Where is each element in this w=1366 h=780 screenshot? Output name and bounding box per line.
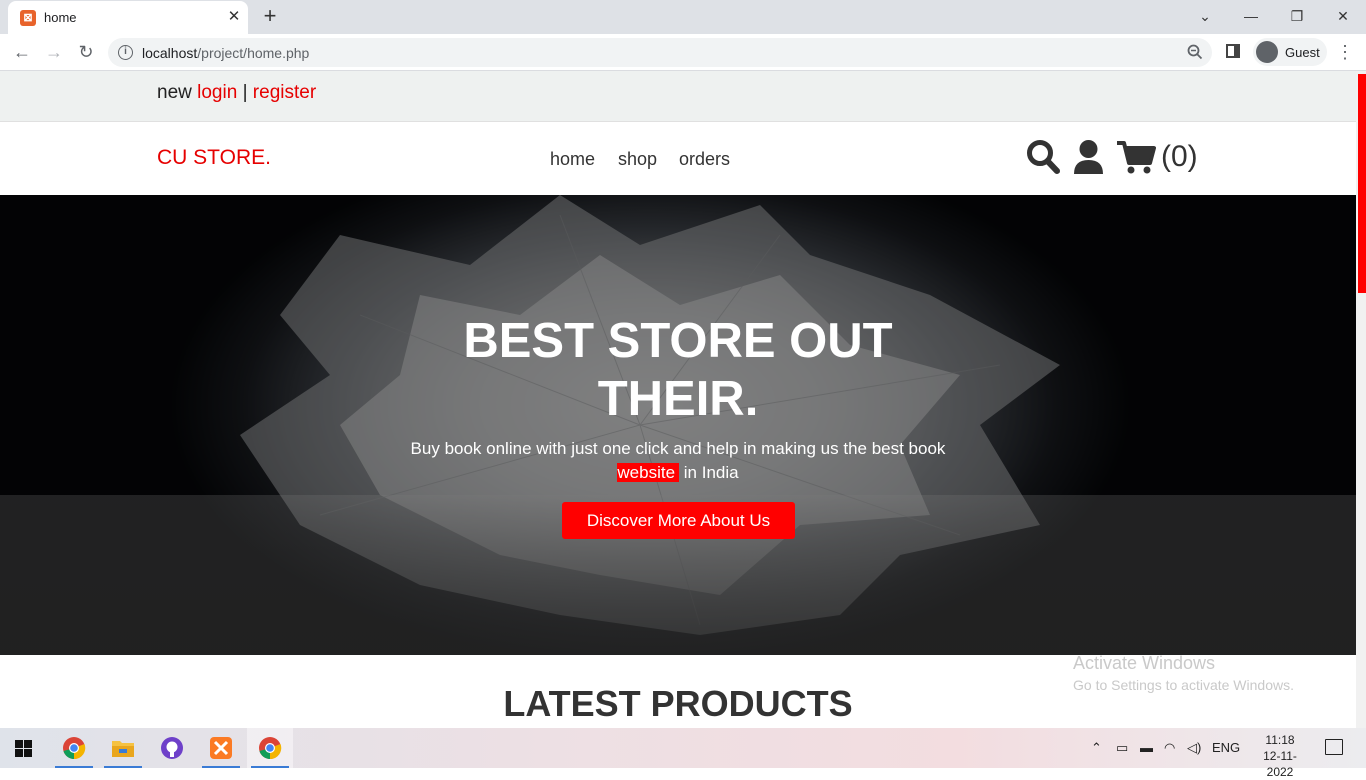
url-path: /project/home.php [197,45,310,61]
volume-icon[interactable]: ◁) [1187,740,1201,756]
hero-title: BEST STORE OUT THEIR. [378,312,978,428]
hero-description: Buy book online with just one click and … [398,437,958,485]
hero-text-highlight: website [617,463,680,482]
github-icon [161,737,183,759]
profile-button[interactable]: Guest [1253,38,1327,66]
battery-icon[interactable]: ▬ [1140,740,1153,755]
cart-count[interactable]: (0) [1161,140,1198,174]
taskbar-chrome-button[interactable] [51,728,97,768]
browser-tab[interactable]: ⊠ home ✕ [8,1,248,34]
clock-date: 12-11-2022 [1263,749,1297,779]
address-bar[interactable]: i localhost/project/home.php [108,38,1212,67]
language-indicator[interactable]: ENG [1212,740,1240,755]
nav-shop[interactable]: shop [618,149,657,170]
discover-more-button[interactable]: Discover More About Us [562,502,795,539]
windows-start-icon[interactable] [15,740,32,757]
wifi-icon[interactable]: ◠ [1164,740,1175,756]
site-info-icon[interactable]: i [118,45,133,60]
new-tab-icon[interactable]: + [258,4,282,28]
taskbar-explorer-button[interactable] [100,728,146,768]
hero-banner: BEST STORE OUT THEIR. Buy book online wi… [0,195,1356,655]
taskbar-chrome-active-button[interactable] [247,728,293,768]
account-message: new login | register [157,82,316,104]
url-host: localhost [142,45,198,61]
tab-title: home [44,10,77,25]
site-logo[interactable]: CU STORE. [157,146,271,170]
activate-windows-title: Activate Windows [1073,653,1216,673]
window-close-icon[interactable]: ✕ [1320,4,1366,28]
notifications-icon[interactable] [1325,739,1343,755]
windows-taskbar: ⌃ ▭ ▬ ◠ ◁) ENG 11:18 12-11-2022 [0,728,1366,779]
xampp-favicon-icon: ⊠ [20,10,36,26]
hero-text-tail: in India [679,463,739,482]
browser-toolbar: ← → ↻ i localhost/project/home.php Guest… [0,34,1366,71]
taskbar-github-button[interactable] [149,728,195,768]
account-separator: | [242,82,248,103]
search-icon[interactable] [1026,139,1060,175]
xampp-icon [210,737,232,759]
clock-time: 11:18 [1265,733,1295,747]
guest-avatar-icon [1256,41,1278,63]
profile-label: Guest [1285,45,1320,60]
hero-text-main: Buy book online with just one click and … [410,439,946,458]
url-text[interactable]: localhost/project/home.php [142,45,309,61]
zoom-icon[interactable] [1186,43,1204,61]
system-clock[interactable]: 11:18 12-11-2022 [1251,732,1309,780]
browser-menu-icon[interactable]: ⋮ [1336,42,1354,62]
chrome-icon [63,737,86,760]
forward-arrow-icon[interactable]: → [42,40,66,64]
folder-icon [112,741,134,757]
cart-icon[interactable] [1116,139,1156,175]
browser-tabstrip: ⊠ home ✕ + ⌄ — ❐ ✕ [0,0,1366,34]
hero-title-line2: THEIR. [597,372,759,426]
register-link[interactable]: register [253,82,316,103]
side-panel-icon[interactable] [1226,44,1240,58]
show-hidden-icons-chevron-icon[interactable]: ⌃ [1091,740,1102,756]
meet-now-icon[interactable]: ▭ [1116,740,1128,756]
back-arrow-icon[interactable]: ← [10,40,34,64]
chrome-icon [259,737,282,760]
close-tab-icon[interactable]: ✕ [224,7,244,27]
nav-home[interactable]: home [550,149,595,170]
page-viewport: new login | register CU STORE. home shop… [0,71,1366,728]
tab-search-chevron-icon[interactable]: ⌄ [1182,4,1228,28]
user-icon[interactable] [1073,139,1104,175]
nav-orders[interactable]: orders [679,149,730,170]
login-link[interactable]: login [197,82,237,103]
taskbar-xampp-button[interactable] [198,728,244,768]
reload-icon[interactable]: ↻ [74,40,98,64]
site-header: CU STORE. home shop orders (0) [0,123,1356,195]
account-bar: new login | register [0,71,1356,122]
hero-title-line1: BEST STORE OUT [463,314,893,368]
restore-icon[interactable]: ❐ [1274,4,1320,28]
page-scrollbar-thumb[interactable] [1358,74,1366,293]
account-prefix: new [157,82,192,103]
minimize-icon[interactable]: — [1228,4,1274,28]
activate-windows-subtitle: Go to Settings to activate Windows. [1073,677,1294,693]
